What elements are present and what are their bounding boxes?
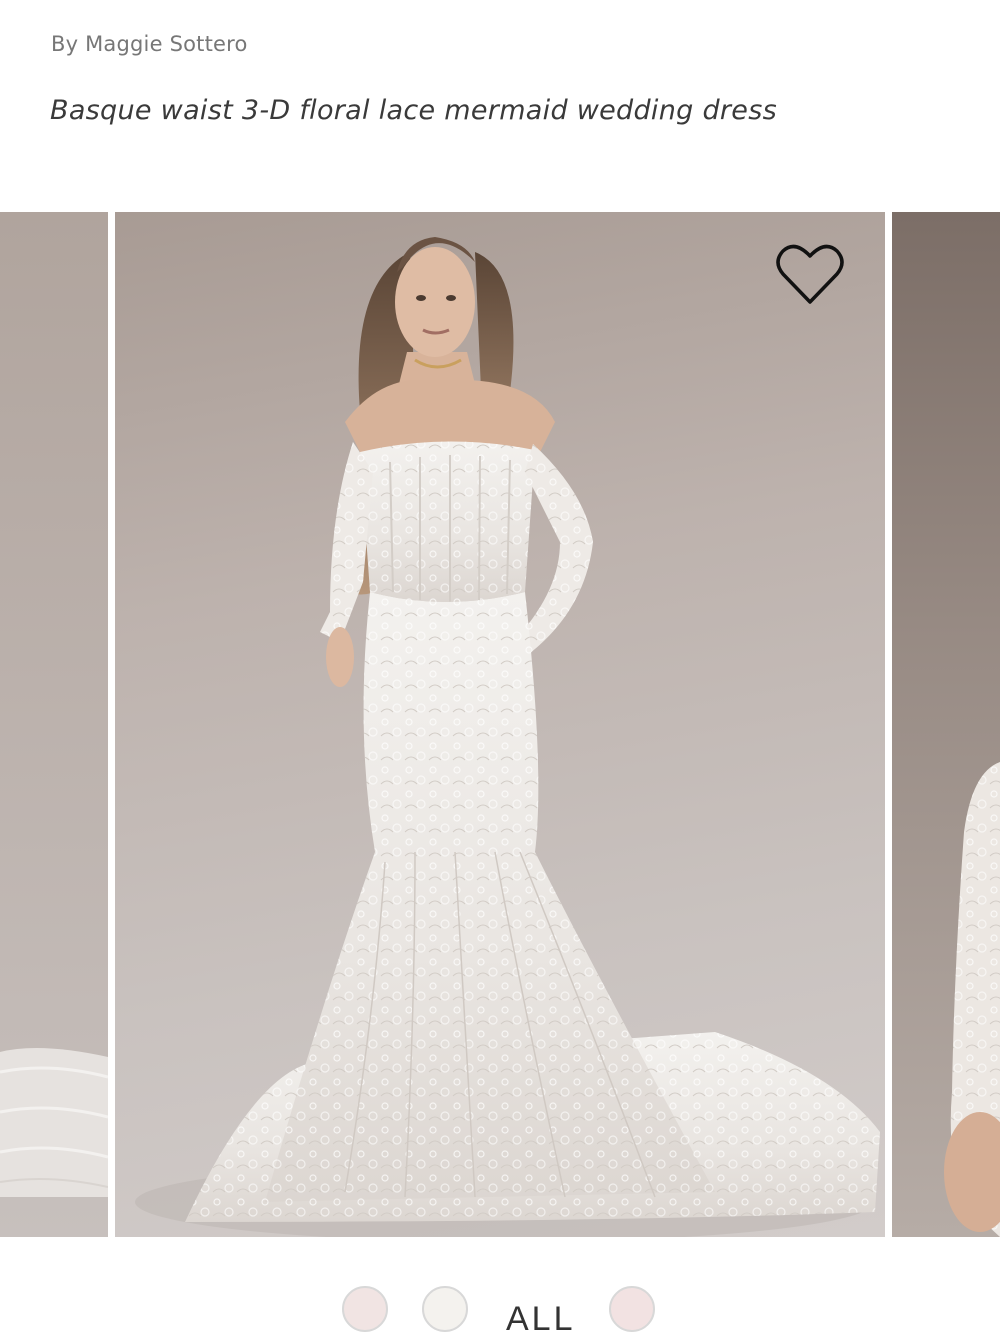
color-swatch-1[interactable] xyxy=(342,1286,388,1332)
carousel-slide-previous[interactable] xyxy=(0,212,108,1237)
product-tagline: Basque waist 3-D floral lace mermaid wed… xyxy=(50,95,777,126)
product-page: By Maggie Sottero Basque waist 3-D flora… xyxy=(0,0,1000,1333)
dress-train-image xyxy=(0,1048,108,1197)
sleeve-detail-image xyxy=(944,762,1000,1237)
color-swatch-3[interactable] xyxy=(609,1286,655,1332)
image-carousel[interactable] xyxy=(0,212,1000,1237)
carousel-slide-next[interactable] xyxy=(892,212,1000,1237)
product-designer: By Maggie Sottero xyxy=(51,32,248,56)
bride-dress-image xyxy=(135,237,880,1237)
color-swatch-2[interactable] xyxy=(422,1286,468,1332)
color-swatch-all[interactable]: ALL xyxy=(506,1300,576,1333)
carousel-slide-main[interactable] xyxy=(115,212,885,1237)
favorite-heart-icon[interactable] xyxy=(775,242,845,308)
color-swatch-row: ALL xyxy=(0,1282,1000,1333)
